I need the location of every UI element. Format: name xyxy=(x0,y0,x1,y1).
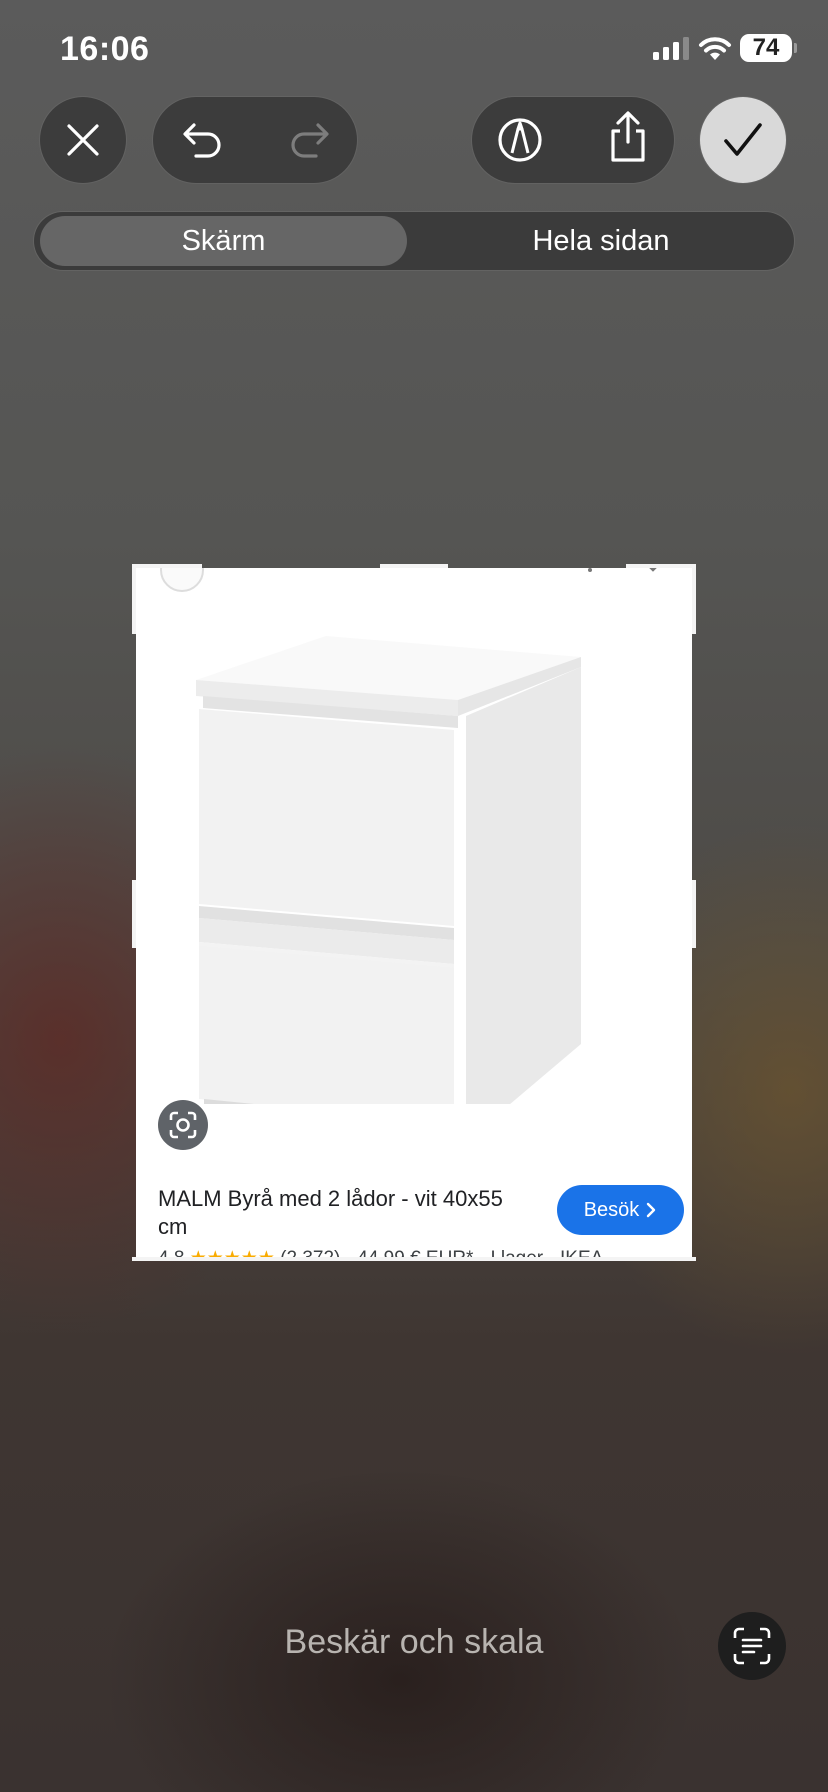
undo-redo-group xyxy=(153,97,357,183)
tab-screen[interactable]: Skärm xyxy=(40,216,407,266)
close-icon xyxy=(67,124,99,156)
undo-button[interactable] xyxy=(173,110,233,170)
crop-handle-top-left-vertical[interactable] xyxy=(132,564,136,634)
partial-menu-dot xyxy=(588,568,592,572)
redo-icon xyxy=(291,123,329,158)
crop-handle-top-left[interactable] xyxy=(132,564,202,568)
crop-handle-top-right-vertical[interactable] xyxy=(692,564,696,634)
crop-handle-bottom[interactable] xyxy=(132,1257,696,1261)
screenshot-preview[interactable]: MALM Byrå med 2 lådor - vit 40x55 cm Bes… xyxy=(136,568,692,1257)
undo-icon xyxy=(183,123,221,158)
capture-mode-segmented-control: Skärm Hela sidan xyxy=(34,212,794,270)
availability: I lager xyxy=(490,1248,543,1257)
crop-handle-right[interactable] xyxy=(692,880,696,948)
battery-indicator: 74 xyxy=(740,34,797,62)
share-icon xyxy=(611,111,645,162)
status-time: 16:06 xyxy=(60,30,150,68)
rating-stars: ★★★★★ xyxy=(190,1248,275,1257)
rating-value: 4,8 xyxy=(158,1248,184,1257)
crop-handle-top-right[interactable] xyxy=(626,564,696,568)
crop-handle-top[interactable] xyxy=(380,564,448,568)
redo-button[interactable] xyxy=(279,110,339,170)
seller: IKEA xyxy=(560,1248,603,1257)
partial-top-button xyxy=(160,568,204,592)
done-button[interactable] xyxy=(700,97,786,183)
text-scan-icon xyxy=(733,1627,771,1665)
checkmark-icon xyxy=(724,123,762,156)
product-image-dresser xyxy=(196,636,581,1104)
visit-label: Besök xyxy=(583,1198,640,1221)
price: 44,99 € EUR* xyxy=(357,1248,473,1257)
wifi-icon xyxy=(699,37,731,60)
crop-handle-left[interactable] xyxy=(132,880,136,948)
cellular-signal-icon xyxy=(653,37,689,60)
markup-share-group xyxy=(472,97,674,183)
google-lens-button[interactable] xyxy=(158,1100,208,1150)
visit-button[interactable]: Besök xyxy=(557,1185,684,1235)
crop-and-scale-label[interactable]: Beskär och skala xyxy=(0,1623,828,1662)
lens-icon xyxy=(169,1111,197,1139)
review-count: (2 372) xyxy=(280,1248,340,1257)
text-scan-button[interactable] xyxy=(718,1612,786,1680)
product-meta-line: 4,8 ★★★★★ (2 372) · 44,99 € EUR* · I lag… xyxy=(158,1247,603,1257)
close-button[interactable] xyxy=(40,97,126,183)
markup-pen-icon xyxy=(498,118,542,162)
markup-button[interactable] xyxy=(490,110,550,170)
product-title: MALM Byrå med 2 lådor - vit 40x55 cm xyxy=(158,1186,503,1239)
partial-close-icon xyxy=(649,568,657,572)
chevron-right-icon xyxy=(647,1202,656,1218)
share-button[interactable] xyxy=(598,107,658,167)
tab-full-page[interactable]: Hela sidan xyxy=(414,216,788,266)
status-bar: 16:06 74 xyxy=(0,0,828,100)
